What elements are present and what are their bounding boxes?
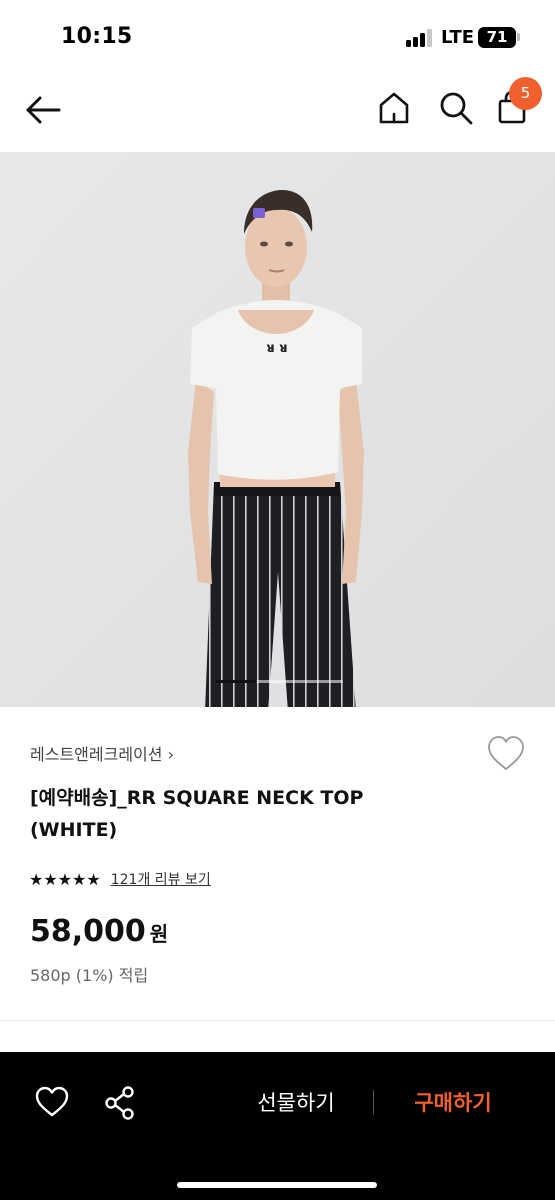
share-button[interactable] [103, 1085, 137, 1121]
buy-button[interactable]: 구매하기 [393, 1080, 513, 1124]
product-title: [예약배송]_RR SQUARE NECK TOP (WHITE) [30, 787, 364, 841]
wishlist-button[interactable] [486, 735, 526, 773]
product-photo: ᴚ ᴚ [0, 152, 555, 707]
home-button[interactable] [376, 90, 412, 126]
search-icon [440, 92, 473, 125]
top-navigation [0, 70, 555, 152]
back-button[interactable] [24, 94, 62, 126]
price: 58,000 [30, 914, 146, 949]
image-carousel-indicator [215, 680, 343, 683]
reward-points: 580p (1%) 적립 [30, 966, 149, 985]
search-button[interactable] [438, 90, 474, 126]
share-icon [105, 1086, 134, 1120]
gift-button[interactable]: 선물하기 [236, 1080, 356, 1124]
battery-icon: 71 [478, 27, 516, 48]
status-time: 10:15 [61, 24, 133, 49]
battery-tip [517, 33, 520, 41]
status-bar: 10:15 LTE 71 [0, 0, 555, 70]
signal-strength-icon [406, 29, 434, 47]
rating-row: ★★★★★ 121개 리뷰 보기 [29, 868, 211, 890]
home-indicator [177, 1182, 377, 1188]
image-carousel-progress [215, 680, 258, 683]
rating-stars: ★★★★★ [29, 869, 101, 889]
heart-icon [35, 1086, 69, 1117]
brand-link[interactable]: 레스트앤레크레이션 › [30, 741, 174, 765]
bottom-wishlist-button[interactable] [34, 1085, 70, 1119]
back-arrow-icon [26, 96, 61, 124]
price-row: 58,000 원 [30, 914, 168, 949]
divider [0, 1020, 555, 1021]
shirt-logo: ᴚ ᴚ [266, 341, 287, 356]
bar-divider [373, 1090, 374, 1114]
bottom-action-bar: 선물하기 구매하기 [0, 1052, 555, 1200]
brand-name: 레스트앤레크레이션 [30, 745, 163, 764]
network-type: LTE [441, 27, 475, 48]
heart-icon [488, 736, 524, 770]
cart-count-badge: 5 [509, 77, 542, 110]
review-link[interactable]: 121개 리뷰 보기 [111, 869, 211, 889]
currency: 원 [149, 922, 169, 946]
home-icon [379, 92, 409, 124]
chevron-right-icon: › [167, 745, 174, 764]
product-image[interactable]: ᴚ ᴚ [0, 152, 555, 707]
